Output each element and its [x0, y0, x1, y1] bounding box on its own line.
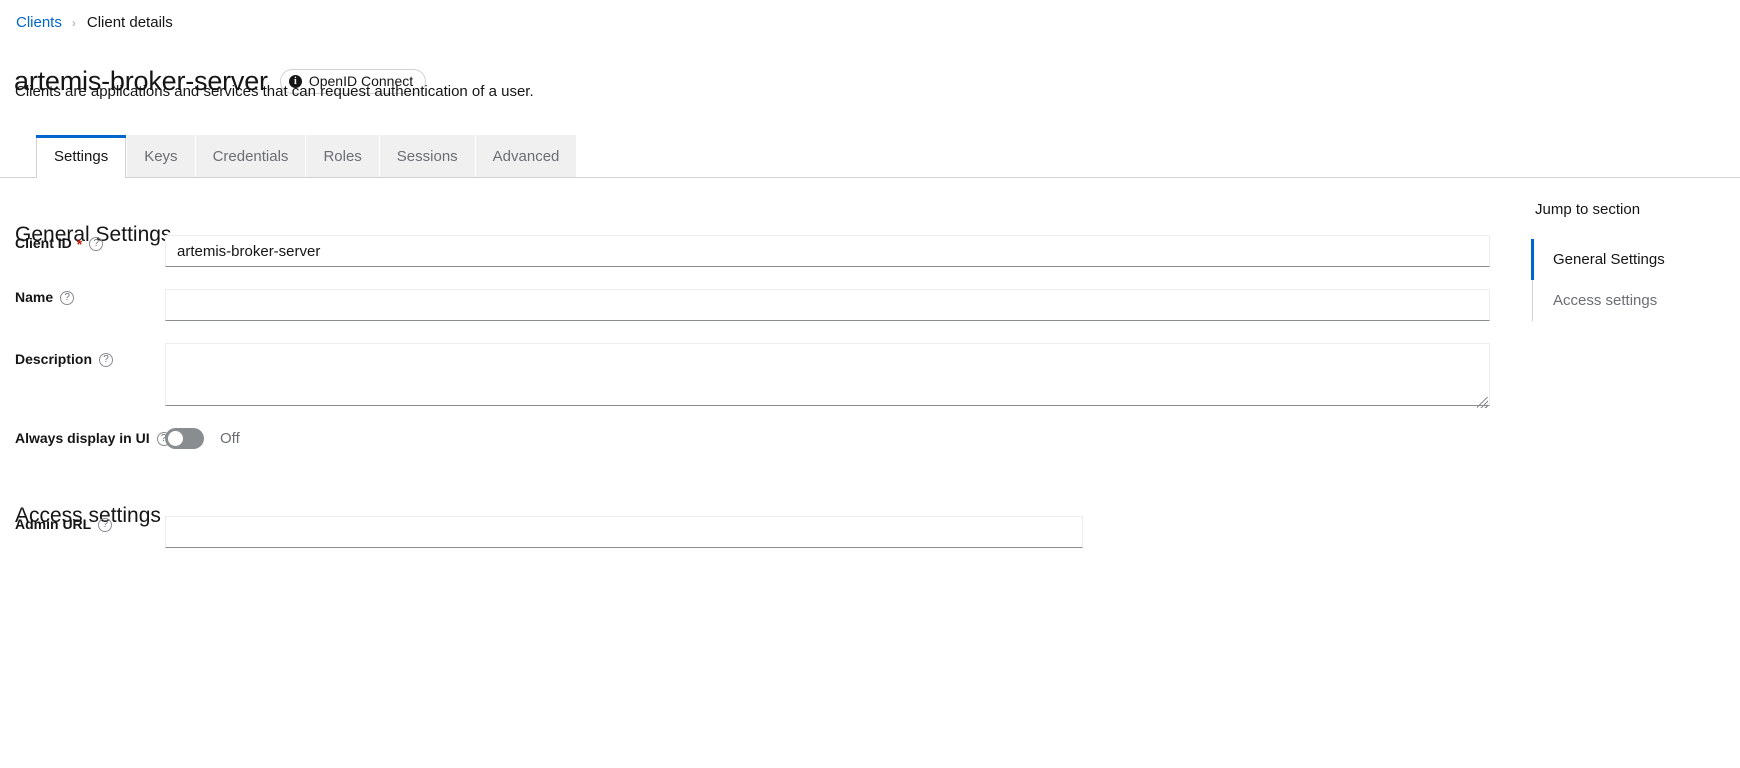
jump-item-general-settings-label: General Settings: [1553, 251, 1665, 268]
client-id-input[interactable]: [165, 235, 1490, 267]
tab-advanced[interactable]: Advanced: [475, 135, 577, 177]
description-label: Description: [15, 351, 92, 368]
client-id-label-group: Client ID * ?: [0, 235, 165, 252]
description-wrapper: [165, 343, 1490, 411]
tab-sessions-label: Sessions: [397, 148, 458, 165]
description-label-group: Description ?: [0, 343, 165, 368]
field-row-description: Description ?: [0, 343, 1490, 411]
jump-to-section-title: Jump to section: [1532, 200, 1732, 219]
always-display-label: Always display in UI: [15, 430, 150, 447]
jump-to-section-nav: Jump to section General Settings Access …: [1532, 200, 1732, 321]
always-display-label-group: Always display in UI ?: [0, 430, 165, 447]
field-row-always-display: Always display in UI ? Off: [0, 428, 240, 449]
breadcrumb-link-clients[interactable]: Clients: [16, 14, 62, 32]
name-label: Name: [15, 289, 53, 306]
tab-advanced-label: Advanced: [493, 148, 560, 165]
jump-item-access-settings[interactable]: Access settings: [1533, 280, 1732, 321]
tab-sessions[interactable]: Sessions: [379, 135, 475, 177]
jump-to-section-list: General Settings Access settings: [1532, 239, 1732, 321]
jump-item-access-settings-label: Access settings: [1553, 292, 1657, 309]
always-display-toggle[interactable]: [165, 428, 204, 449]
tab-list: Settings Keys Credentials Roles Sessions…: [36, 135, 576, 177]
tab-bar: Settings Keys Credentials Roles Sessions…: [0, 122, 1740, 178]
client-details-page: Clients › Client details artemis-broker-…: [0, 0, 1740, 768]
breadcrumb: Clients › Client details: [16, 14, 173, 32]
question-circle-icon[interactable]: ?: [99, 353, 113, 367]
tab-roles-label: Roles: [323, 148, 361, 165]
jump-item-general-settings[interactable]: General Settings: [1533, 239, 1732, 280]
tab-settings[interactable]: Settings: [36, 135, 126, 177]
client-id-label: Client ID: [15, 235, 72, 252]
question-circle-icon[interactable]: ?: [98, 518, 112, 532]
field-row-client-id: Client ID * ?: [0, 235, 1490, 267]
question-circle-icon[interactable]: ?: [89, 237, 103, 251]
question-circle-icon[interactable]: ?: [60, 291, 74, 305]
field-row-admin-url: Admin URL ?: [0, 516, 1083, 548]
tab-keys-label: Keys: [144, 148, 177, 165]
description-textarea[interactable]: [165, 343, 1490, 406]
name-label-group: Name ?: [0, 289, 165, 306]
admin-url-label: Admin URL: [15, 516, 91, 533]
page-subtitle: Clients are applications and services th…: [15, 82, 534, 101]
tab-credentials-label: Credentials: [213, 148, 289, 165]
tab-roles[interactable]: Roles: [305, 135, 378, 177]
field-row-name: Name ?: [0, 289, 1490, 321]
breadcrumb-separator-icon: ›: [72, 14, 76, 32]
tab-keys[interactable]: Keys: [126, 135, 194, 177]
toggle-knob: [168, 431, 183, 446]
tab-settings-label: Settings: [54, 148, 108, 165]
required-marker: *: [77, 239, 82, 249]
admin-url-input[interactable]: [165, 516, 1083, 548]
name-input[interactable]: [165, 289, 1490, 321]
admin-url-label-group: Admin URL ?: [0, 516, 165, 533]
always-display-state: Off: [220, 428, 240, 449]
breadcrumb-current: Client details: [87, 14, 173, 32]
tab-credentials[interactable]: Credentials: [195, 135, 306, 177]
